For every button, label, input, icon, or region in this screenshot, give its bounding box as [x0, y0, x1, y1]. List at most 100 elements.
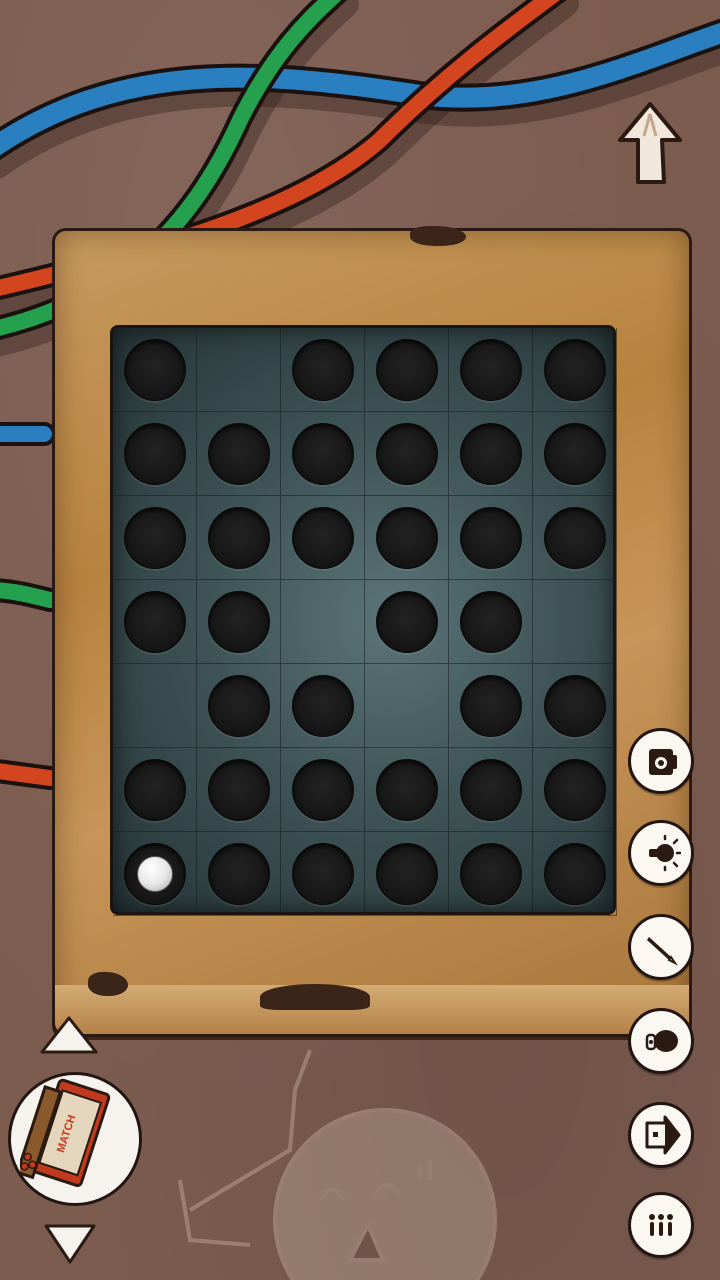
hole[interactable]	[123, 590, 186, 653]
hole[interactable]	[543, 422, 606, 485]
grid-cell[interactable]	[281, 412, 365, 496]
grid-cell[interactable]	[197, 748, 281, 832]
grid-cell[interactable]	[533, 412, 617, 496]
grid-cell[interactable]	[197, 496, 281, 580]
menu-icon	[649, 1214, 673, 1236]
grid-cell[interactable]	[365, 412, 449, 496]
grid-cell[interactable]	[533, 496, 617, 580]
up-arrow-icon[interactable]	[616, 100, 684, 188]
hole[interactable]	[375, 758, 438, 821]
grid-cell[interactable]	[197, 328, 281, 412]
hole[interactable]	[375, 338, 438, 401]
hole[interactable]	[459, 506, 522, 569]
hole[interactable]	[207, 422, 270, 485]
hole[interactable]	[207, 842, 270, 905]
grid-cell[interactable]	[197, 832, 281, 916]
hole[interactable]	[123, 842, 186, 905]
panel-edge	[52, 985, 692, 1037]
grid-cell[interactable]	[113, 496, 197, 580]
hole[interactable]	[459, 590, 522, 653]
camera-icon	[649, 749, 677, 775]
rust-spot	[260, 984, 370, 1010]
grid-cell[interactable]	[533, 580, 617, 664]
hole[interactable]	[291, 422, 354, 485]
lightbulb-icon	[649, 834, 681, 872]
hole[interactable]	[123, 506, 186, 569]
grid-cell[interactable]	[449, 580, 533, 664]
hole[interactable]	[123, 758, 186, 821]
grid-cell[interactable]	[281, 328, 365, 412]
sound-button[interactable]	[628, 1008, 694, 1074]
exit-door-icon	[645, 1115, 681, 1155]
background-doodle	[178, 1049, 497, 1280]
notes-button[interactable]	[628, 914, 694, 980]
exit-button[interactable]	[628, 1102, 694, 1168]
hole[interactable]	[459, 338, 522, 401]
hole[interactable]	[543, 758, 606, 821]
rust-spot	[88, 972, 128, 996]
hole[interactable]	[543, 674, 606, 737]
hole[interactable]	[123, 338, 186, 401]
hole[interactable]	[459, 758, 522, 821]
hole[interactable]	[375, 422, 438, 485]
speaker-icon	[645, 1030, 678, 1052]
grid-cell[interactable]	[281, 832, 365, 916]
hole[interactable]	[207, 506, 270, 569]
grid-cell[interactable]	[113, 412, 197, 496]
grid-cell[interactable]	[533, 664, 617, 748]
grid-cell[interactable]	[449, 664, 533, 748]
white-ball[interactable]	[136, 855, 173, 892]
grid-cell[interactable]	[449, 748, 533, 832]
hole[interactable]	[123, 422, 186, 485]
grid-cell[interactable]	[449, 832, 533, 916]
hole[interactable]	[291, 842, 354, 905]
hole[interactable]	[543, 338, 606, 401]
hole-grid	[110, 325, 617, 916]
grid-cell[interactable]	[533, 328, 617, 412]
grid-cell[interactable]	[365, 664, 449, 748]
triangle-down-icon[interactable]	[42, 1222, 98, 1266]
grid-cell[interactable]	[365, 580, 449, 664]
grid-cell[interactable]	[449, 328, 533, 412]
hole[interactable]	[375, 506, 438, 569]
triangle-up-icon[interactable]	[38, 1014, 100, 1056]
grid-cell[interactable]	[113, 832, 197, 916]
grid-cell[interactable]	[113, 748, 197, 832]
hole[interactable]	[291, 674, 354, 737]
grid-cell[interactable]	[281, 748, 365, 832]
hole[interactable]	[375, 590, 438, 653]
camera-button[interactable]	[628, 728, 694, 794]
grid-cell[interactable]	[281, 496, 365, 580]
hole[interactable]	[291, 506, 354, 569]
grid-cell[interactable]	[281, 664, 365, 748]
hole[interactable]	[543, 842, 606, 905]
grid-cell[interactable]	[197, 580, 281, 664]
hole[interactable]	[543, 506, 606, 569]
grid-cell[interactable]	[365, 328, 449, 412]
hole[interactable]	[459, 674, 522, 737]
grid-cell[interactable]	[365, 832, 449, 916]
grid-cell[interactable]	[197, 664, 281, 748]
grid-cell[interactable]	[365, 496, 449, 580]
grid-cell[interactable]	[281, 580, 365, 664]
hole[interactable]	[459, 842, 522, 905]
matchbox-item[interactable]: MATCH	[20, 1070, 140, 1200]
hole[interactable]	[375, 842, 438, 905]
grid-cell[interactable]	[197, 412, 281, 496]
grid-cell[interactable]	[113, 580, 197, 664]
menu-button[interactable]	[628, 1192, 694, 1258]
grid-cell[interactable]	[533, 832, 617, 916]
hole[interactable]	[207, 590, 270, 653]
hole[interactable]	[207, 674, 270, 737]
hint-button[interactable]	[628, 820, 694, 886]
grid-cell[interactable]	[449, 496, 533, 580]
hole[interactable]	[207, 758, 270, 821]
grid-cell[interactable]	[449, 412, 533, 496]
grid-cell[interactable]	[365, 748, 449, 832]
grid-cell[interactable]	[113, 664, 197, 748]
hole[interactable]	[291, 338, 354, 401]
grid-cell[interactable]	[533, 748, 617, 832]
hole[interactable]	[459, 422, 522, 485]
grid-cell[interactable]	[113, 328, 197, 412]
hole[interactable]	[291, 758, 354, 821]
